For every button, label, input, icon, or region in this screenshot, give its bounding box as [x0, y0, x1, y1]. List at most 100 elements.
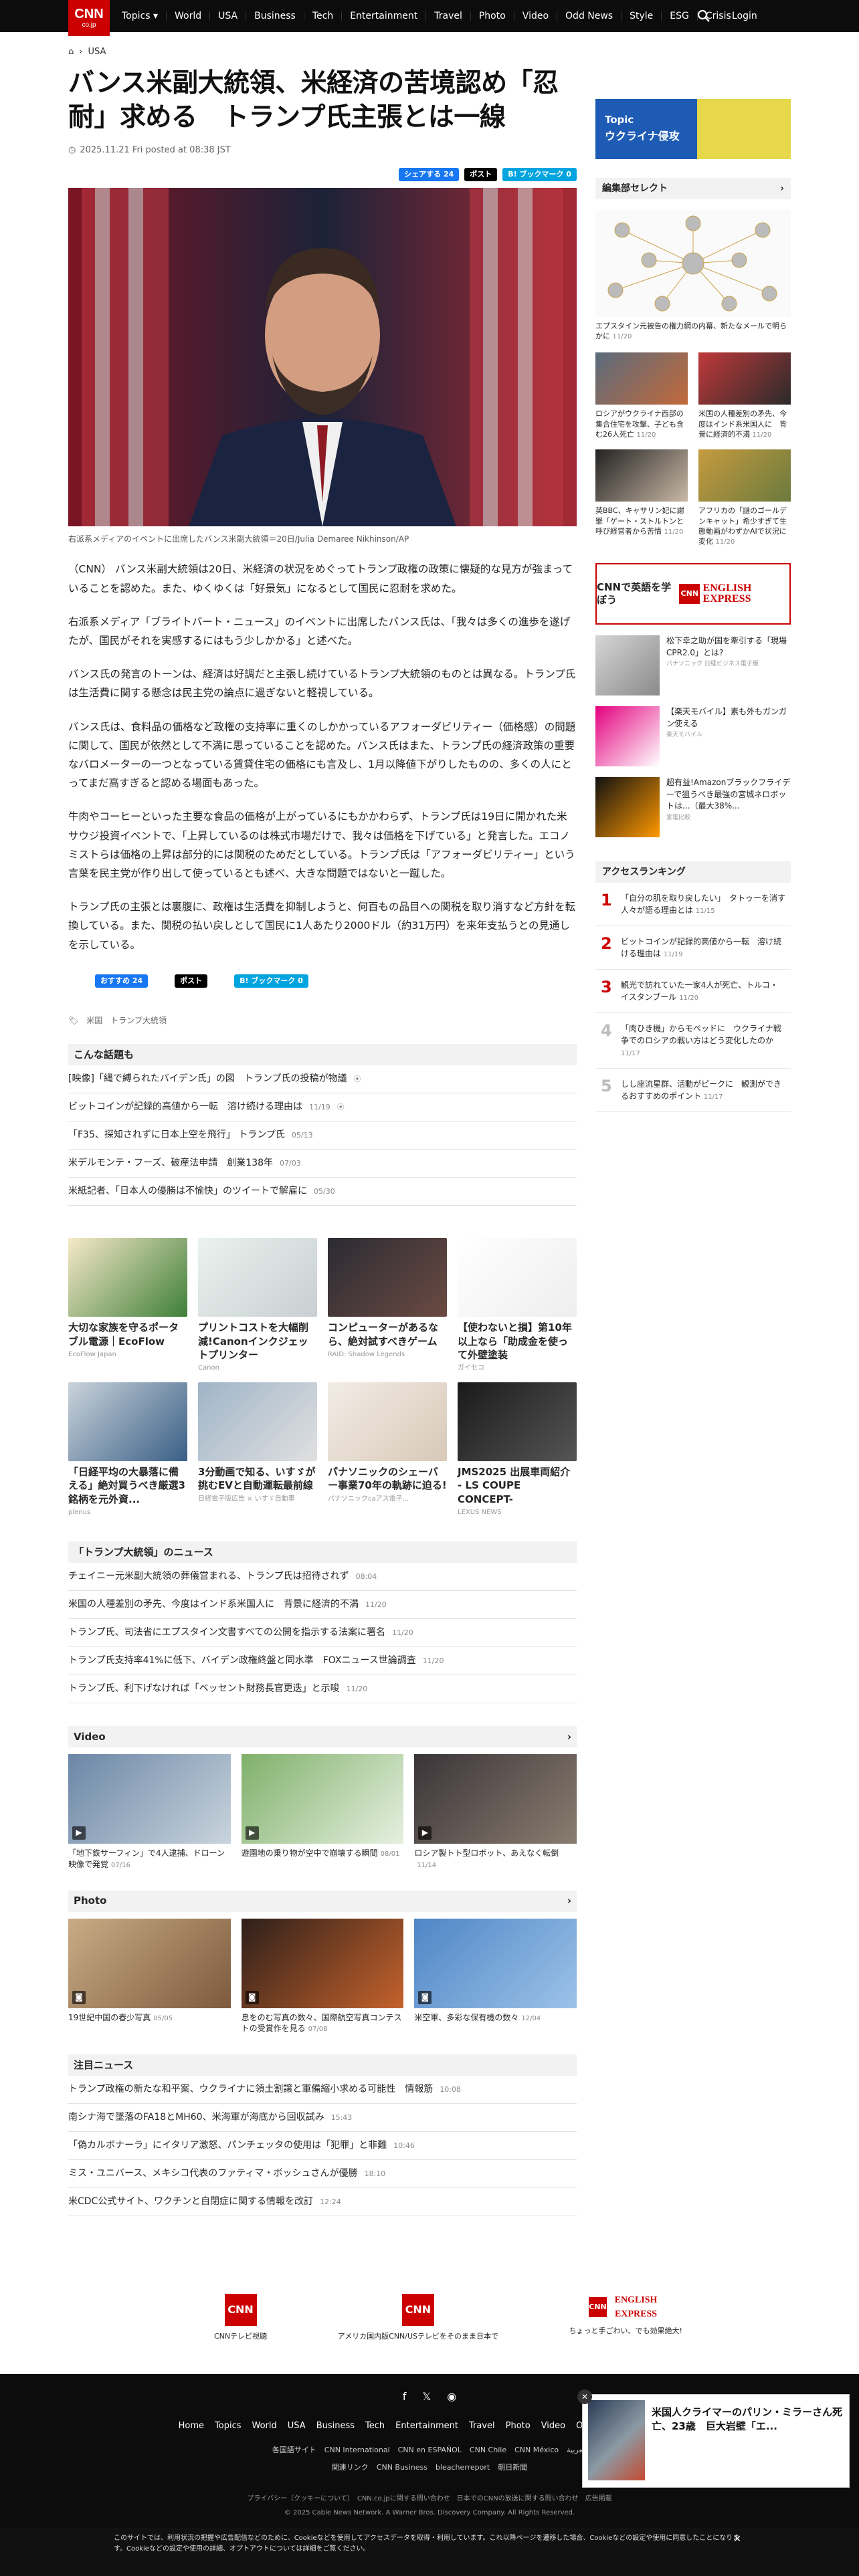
video-card[interactable]: ▶ 遊園地の乗り物が空中で崩壊する瞬間 08/01 [241, 1753, 404, 1870]
footer-legal[interactable]: プライバシー（クッキーについて） CNN.co.jpに関する問い合わせ 日本での… [0, 2494, 859, 2504]
footer-nav-item[interactable]: USA [288, 2420, 306, 2433]
close-icon[interactable]: ✕ [577, 2389, 592, 2404]
notable-item[interactable]: 「偽カルボナーラ」にイタリア激怒、パンチェッタの使用は「犯罪」と非難 10:46 [68, 2132, 577, 2161]
nav-item[interactable]: Tech [304, 11, 343, 21]
login-link[interactable]: Login [732, 8, 757, 25]
sponsored-card[interactable]: プリントコストを大幅削減!Canonインクジェットプリンター Canon [198, 1238, 317, 1373]
photo-card[interactable]: ◙ 米空軍、多彩な保有機の数々 12/04 [414, 1918, 577, 2035]
related-item[interactable]: 米紙記者、「日本人の優勝は不愉快」のツイートで解雇に 05/30 [68, 1178, 577, 1206]
trump-news-item[interactable]: トランプ氏、利下げなければ「ベッセント財務長官更迭」と示唆 11/20 [68, 1675, 577, 1703]
photo-card[interactable]: ◙ 19世紀中国の春少写真 05/05 [68, 1918, 231, 2035]
select-card[interactable]: アフリカの「謎のゴールデンキャット」希少すぎて生態動画がわずかAIで状況に変化 … [698, 449, 791, 547]
sponsored-card[interactable]: JMS2025 出展車両紹介 - LS COUPE CONCEPT- LEXUS … [458, 1382, 577, 1517]
rss-icon[interactable]: ◉ [447, 2389, 456, 2405]
select-card[interactable]: 英BBC、キャサリン妃に謝罪「ゲート・ストルトンと呼び経営者から苦情 11/20 [595, 449, 688, 547]
sidebar-ad[interactable]: 松下幸之助が国を牽引する「現場CPR2.0」とは? パナソニック 日経ビジネス電子… [595, 635, 791, 696]
sponsored-card[interactable]: 3分動画で知る、いすゞが挑むEVと自動運転最前線 日経電子版広告 × いすゞ自動車 [198, 1382, 317, 1517]
sponsored-card[interactable]: 「日経平均の大暴落に備える」絶対買うべき厳選3銘柄を元外資... plenus [68, 1382, 187, 1517]
footer-nav-item[interactable]: Business [316, 2420, 355, 2433]
video-card[interactable]: ▶ 「地下鉄サーフィン」で4人逮捕、ドローン映像で発覚 07/16 [68, 1753, 231, 1870]
chevron-right-icon[interactable]: › [780, 182, 784, 195]
footer-nav-item[interactable]: Entertainment [395, 2420, 458, 2433]
footer-sub-item[interactable]: CNN Chile [470, 2445, 506, 2456]
facebook-like-button[interactable]: おすすめ 24 [95, 974, 149, 988]
footer-sub-item[interactable]: CNN International [324, 2445, 390, 2456]
facebook-share-button[interactable]: シェアする 24 [399, 167, 460, 182]
x-share-button-bottom[interactable]: ポスト [175, 974, 208, 988]
footer-nav-item[interactable]: World [252, 2420, 277, 2433]
notable-item[interactable]: ミス・ユニバース、メキシコ代表のファティマ・ボッシュさんが優勝 18:10 [68, 2160, 577, 2189]
related-item[interactable]: [映像]「縄で縛られたバイデン氏」の図 トランプ氏の投稿が物議 ⦿ [68, 1065, 577, 1094]
ranking-item[interactable]: 5 しし座流星群、活動がピークに 観測ができるおすすめのポイント 11/17 [595, 1069, 791, 1113]
footer-nav-item[interactable]: Photo [506, 2420, 531, 2433]
sponsored-card[interactable]: コンピューターがあるなら、絶対試すべきゲーム RAID: Shadow Legen… [328, 1238, 447, 1373]
footer-related-item[interactable]: bleacherreport [436, 2462, 490, 2474]
nav-item[interactable]: Style [622, 11, 662, 21]
cnn-tv-logo[interactable]: CNN CNNテレビ視聴 [214, 2294, 267, 2343]
nav-item[interactable]: Topics ▾ [114, 11, 167, 21]
sponsored-card[interactable]: 【使わないと損】第10年以上なら「助成金を使って外壁塗装 ガイセコ [458, 1238, 577, 1373]
related-item[interactable]: 「F35、探知されずに日本上空を飛行」 トランプ氏 05/13 [68, 1121, 577, 1150]
footer-nav-item[interactable]: Topics [215, 2420, 241, 2433]
cnn-logo[interactable]: CNN co.jp [68, 0, 110, 36]
network-diagram-image[interactable] [595, 210, 791, 317]
x-icon[interactable]: 𝕏 [422, 2389, 431, 2405]
related-item[interactable]: ビットコインが記録的高値から一転 溶け続ける理由は 11/19 ⦿ [68, 1093, 577, 1122]
nav-item[interactable]: Odd News [557, 11, 622, 21]
floating-news-popup[interactable]: ✕ 米国人クライマーのパリン・ミラーさん死亡、23歳 巨大岩壁「エ... [577, 2389, 850, 2488]
home-icon[interactable]: ⌂ [68, 45, 74, 59]
footer-related-item[interactable]: 朝日新聞 [498, 2462, 527, 2474]
footer-sub-item[interactable]: CNN México [514, 2445, 559, 2456]
nav-item[interactable]: Business [246, 11, 304, 21]
nav-item[interactable]: Travel [426, 11, 471, 21]
x-share-button[interactable]: ポスト [464, 167, 498, 182]
footer-nav-item[interactable]: Tech [365, 2420, 385, 2433]
chevron-right-icon[interactable]: › [567, 1893, 571, 1909]
breadcrumb-section[interactable]: USA [88, 45, 106, 59]
related-item[interactable]: 米デルモンテ・フーズ、破産法申請 創業138年 07/03 [68, 1150, 577, 1178]
english-express-logo[interactable]: CNN ENGLISH EXPRESS ちょっと手ごわい、でも効果絶大! [569, 2294, 682, 2343]
footer-sub-item[interactable]: 各国語サイト [272, 2445, 316, 2456]
topic-banner[interactable]: Topic ウクライナ侵攻 [595, 99, 791, 159]
nav-item[interactable]: World [167, 11, 211, 21]
select-card[interactable]: ロシアがウクライナ西部の集合住宅を攻撃、子ども含む26人死亡 11/20 [595, 352, 688, 440]
nav-item[interactable]: USA [210, 11, 247, 21]
notable-item[interactable]: 南シナ海で墜落のFA18とMH60、米海軍が海底から回収試み 15:43 [68, 2104, 577, 2133]
video-card[interactable]: ▶ ロシア製トト型ロボット、あえなく転倒 11/14 [414, 1753, 577, 1870]
footer-nav-item[interactable]: Video [541, 2420, 565, 2433]
hatena-bookmark-button-bottom[interactable]: B! ブックマーク 0 [234, 974, 308, 988]
sidebar-ad[interactable]: 超有益!Amazonブラックフライデーで狙うべき最強の宮城ネロボットは...（最… [595, 777, 791, 838]
footer-related-item[interactable]: 関連リンク [332, 2462, 369, 2474]
hatena-bookmark-button[interactable]: B! ブックマーク 0 [502, 167, 577, 182]
footer-sub-item[interactable]: CNN en ESPAÑOL [398, 2445, 462, 2456]
trump-news-item[interactable]: 米国の人種差別の矛先、今度はインド系米国人に 背景に経済的不満 11/20 [68, 1591, 577, 1619]
facebook-icon[interactable]: f [403, 2389, 407, 2405]
english-express-banner[interactable]: CNNで英語を学ぼう CNN ENGLISH EXPRESS [595, 563, 791, 625]
nav-item[interactable]: ESG [662, 11, 698, 21]
chevron-right-icon[interactable]: › [567, 1729, 571, 1745]
trump-news-item[interactable]: トランプ氏、司法省にエプスタイン文書すべての公開を指示する法案に署名 11/20 [68, 1619, 577, 1647]
ranking-item[interactable]: 3 観光で訪れていた一家4人が死亡、トルコ・イスタンブール 11/20 [595, 970, 791, 1014]
sponsored-card[interactable]: パナソニックのシェーバー事業70年の軌跡に迫る! パナソニックcaアス電子... [328, 1382, 447, 1517]
notable-item[interactable]: トランプ政権の新たな和平案、ウクライナに領土割譲と軍備縮小求める可能性 情報筋 1… [68, 2076, 577, 2105]
select-main-story[interactable]: エプスタイン元被告の権力網の内幕、新たなメールで明らかに 11/20 [595, 321, 791, 342]
footer-nav-item[interactable]: Travel [469, 2420, 495, 2433]
close-icon[interactable]: ✕ [733, 2532, 741, 2547]
nav-item[interactable]: Photo [471, 11, 514, 21]
ranking-item[interactable]: 2 ビットコインが記録的高値から一転 溶け続ける理由は 11/19 [595, 926, 791, 970]
ranking-item[interactable]: 4 「肉ひき機」からモぺッドに ウクライナ戦争でのロシアの戦い方はどう変化したのか… [595, 1013, 791, 1069]
nav-item[interactable]: Video [514, 11, 558, 21]
sidebar-ad[interactable]: 【楽天モバイル】素も外もガンガン使える 楽天モバイル [595, 706, 791, 767]
trump-news-item[interactable]: チェイニー元米副大統領の葬儀営まれる、トランプ氏は招待されず 08:04 [68, 1563, 577, 1591]
photo-card[interactable]: ◙ 息をのむ写真の数々、国際航空写真コンテストの受賞作を見る 07/08 [241, 1918, 404, 2035]
sponsored-card[interactable]: 大切な家族を守るポータブル電源｜EcoFlow EcoFlow Japan [68, 1238, 187, 1373]
tag-link[interactable]: 米国 [86, 1014, 102, 1027]
ranking-item[interactable]: 1 「自分の肌を取り戻したい」 タトゥーを消す人々が語る理由とは 11/15 [595, 883, 791, 927]
cnn-us-logo[interactable]: CNN アメリカ国内版CNN/USテレビをそのまま日本で [338, 2294, 498, 2343]
nav-item[interactable]: Entertainment [342, 11, 427, 21]
footer-related-item[interactable]: CNN Business [377, 2462, 427, 2474]
notable-item[interactable]: 米CDC公式サイト、ワクチンと自閉症に関する情報を改訂 12:24 [68, 2188, 577, 2217]
trump-news-item[interactable]: トランプ氏支持率41%に低下、バイデン政権終盤と同水準 FOXニュース世論調査 1… [68, 1647, 577, 1675]
select-card[interactable]: 米国の人種差別の矛先、今度はインド系米国人に 背景に経済的不満 11/20 [698, 352, 791, 440]
footer-nav-item[interactable]: Home [179, 2420, 204, 2433]
